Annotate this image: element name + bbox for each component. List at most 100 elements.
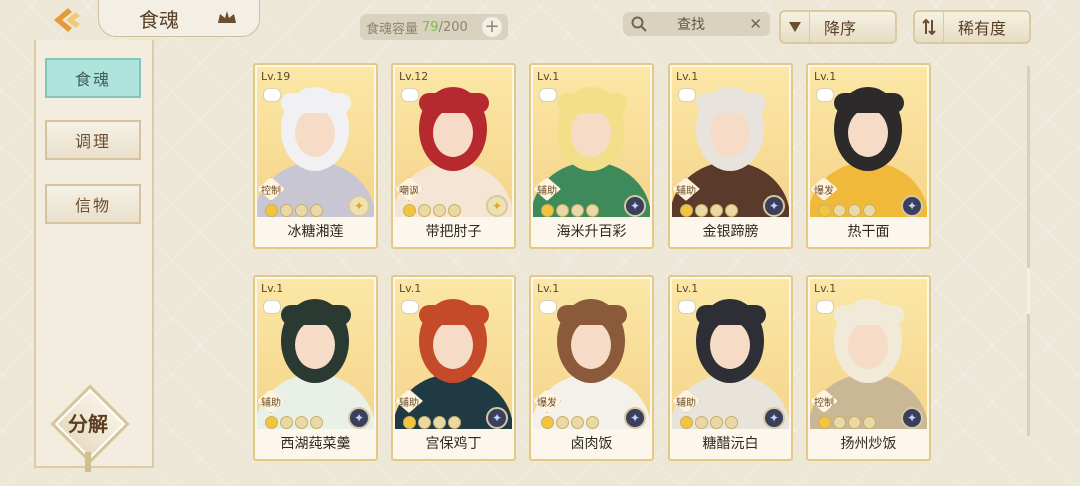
tassel-decoration [85, 452, 91, 472]
star-icon [448, 416, 461, 429]
sort-order-label: 降序 [824, 19, 857, 38]
character-name: 金银蹄膀 [702, 224, 759, 240]
star-rating [541, 416, 599, 429]
character-name: 宫保鸡丁 [425, 436, 482, 452]
character-card[interactable]: Lv.1 控制 ✦ 扬州炒饭 [806, 275, 931, 461]
tab-label: 信物 [74, 196, 111, 215]
character-name: 西湖莼菜羹 [280, 436, 351, 452]
chat-bubble-icon [816, 300, 834, 314]
star-rating [680, 204, 738, 217]
sort-by-label: 稀有度 [958, 19, 1007, 38]
character-card[interactable]: Lv.19 控制 ✦ 冰糖湘莲 [253, 63, 378, 249]
star-icon [280, 204, 293, 217]
decompose-button[interactable]: 分解 [50, 384, 130, 472]
star-icon [571, 204, 584, 217]
level-label: Lv.1 [537, 70, 560, 83]
star-icon [680, 204, 693, 217]
tab-label: 调理 [74, 132, 111, 151]
tab-tokens[interactable]: 信物 [45, 184, 141, 224]
character-name: 扬州炒饭 [840, 436, 897, 452]
character-card[interactable]: Lv.1 爆发 ✦ 卤肉饭 [529, 275, 654, 461]
character-card[interactable]: Lv.1 辅助 ✦ 西湖莼菜羹 [253, 275, 378, 461]
star-icon [848, 204, 861, 217]
character-portrait: Lv.1 爆发 ✦ [810, 67, 927, 217]
star-icon [818, 416, 831, 429]
character-card[interactable]: Lv.1 辅助 ✦ 海米升百彩 [529, 63, 654, 249]
character-portrait: Lv.1 控制 ✦ [810, 279, 927, 429]
clear-icon[interactable]: ✕ [749, 15, 762, 33]
chat-bubble-icon [263, 300, 281, 314]
star-icon [448, 204, 461, 217]
character-name: 海米升百彩 [556, 224, 627, 240]
star-icon [280, 416, 293, 429]
search-icon [631, 16, 647, 32]
sort-arrows-icon [915, 12, 944, 42]
tab-food-souls[interactable]: 食魂 [45, 58, 141, 98]
star-icon [265, 416, 278, 429]
back-arrow-icon [54, 8, 80, 32]
star-icon [541, 204, 554, 217]
star-icon [433, 416, 446, 429]
character-card[interactable]: Lv.1 爆发 ✦ 热干面 [806, 63, 931, 249]
character-portrait: Lv.1 辅助 ✦ [672, 279, 789, 429]
character-card[interactable]: Lv.12 嘲讽 ✦ 带把肘子 [391, 63, 516, 249]
rarity-icon: ✦ [486, 407, 508, 429]
star-icon [863, 416, 876, 429]
capacity-indicator: 食魂容量 79 /200 + [360, 14, 508, 40]
star-icon [541, 416, 554, 429]
capacity-add-button[interactable]: + [482, 17, 502, 37]
star-icon [833, 204, 846, 217]
star-rating [403, 204, 461, 217]
star-icon [833, 416, 846, 429]
character-name: 卤肉饭 [570, 436, 613, 452]
rarity-icon: ✦ [624, 195, 646, 217]
star-icon [556, 416, 569, 429]
tab-label: 食魂 [74, 70, 111, 89]
star-icon [403, 416, 416, 429]
rarity-icon: ✦ [763, 407, 785, 429]
chat-bubble-icon [678, 300, 696, 314]
character-name: 带把肘子 [425, 224, 482, 240]
star-icon [433, 204, 446, 217]
star-icon [710, 204, 723, 217]
star-rating [265, 416, 323, 429]
star-rating [265, 204, 323, 217]
crown-icon[interactable] [217, 9, 237, 25]
rarity-icon: ✦ [763, 195, 785, 217]
character-card[interactable]: Lv.1 辅助 ✦ 宫保鸡丁 [391, 275, 516, 461]
rarity-icon: ✦ [486, 195, 508, 217]
character-name: 热干面 [847, 224, 890, 240]
star-icon [818, 204, 831, 217]
level-label: Lv.19 [261, 70, 291, 83]
star-icon [848, 416, 861, 429]
character-card[interactable]: Lv.1 辅助 ✦ 糖醋沅白 [668, 275, 793, 461]
scrollbar-thumb[interactable] [1027, 268, 1030, 314]
character-card[interactable]: Lv.1 辅助 ✦ 金银蹄膀 [668, 63, 793, 249]
star-icon [295, 204, 308, 217]
chat-bubble-icon [539, 300, 557, 314]
decompose-label: 分解 [68, 412, 108, 436]
star-icon [310, 416, 323, 429]
chat-bubble-icon [539, 88, 557, 102]
chat-bubble-icon [401, 88, 419, 102]
rarity-icon: ✦ [901, 407, 923, 429]
tab-conditioning[interactable]: 调理 [45, 120, 141, 160]
character-portrait: Lv.19 控制 ✦ [257, 67, 374, 217]
star-icon [586, 416, 599, 429]
character-portrait: Lv.1 辅助 ✦ [395, 279, 512, 429]
capacity-current: 79 [422, 19, 439, 35]
capacity-label: 食魂容量 [366, 21, 419, 37]
star-icon [695, 204, 708, 217]
character-portrait: Lv.1 辅助 ✦ [672, 67, 789, 217]
rarity-icon: ✦ [624, 407, 646, 429]
back-button[interactable] [40, 2, 96, 38]
search-placeholder: 查找 [677, 17, 705, 33]
sort-by-button[interactable]: 稀有度 [913, 10, 1031, 44]
level-label: Lv.12 [399, 70, 429, 83]
scrollbar-track[interactable] [1027, 66, 1030, 436]
search-input[interactable]: 查找 ✕ [623, 12, 770, 36]
sort-order-button[interactable]: 降序 [779, 10, 897, 44]
page-title: 食魂 [139, 7, 179, 32]
character-portrait: Lv.12 嘲讽 ✦ [395, 67, 512, 217]
level-label: Lv.1 [676, 282, 699, 295]
